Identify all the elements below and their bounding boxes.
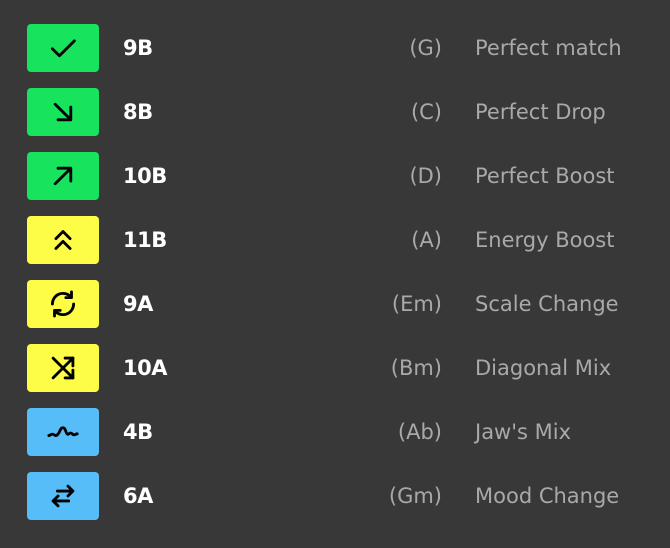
mix-note: (Ab) (397, 420, 442, 444)
mix-row-diagonal-mix[interactable]: 10A (Bm) Diagonal Mix (0, 344, 670, 408)
mix-row-mood-change[interactable]: 6A (Gm) Mood Change (0, 472, 670, 536)
mix-note: (D) (409, 164, 442, 188)
shuffle-icon (51, 356, 75, 380)
harmonic-mix-list: 9B (G) Perfect match 8B (C) Perfect Drop… (0, 24, 670, 536)
mix-key: 4B (123, 420, 153, 444)
mix-key: 11B (123, 228, 167, 252)
mix-note: (G) (409, 36, 442, 60)
mix-note: (Em) (391, 292, 442, 316)
mix-name: Diagonal Mix (475, 356, 612, 380)
mix-row-energy-boost[interactable]: 11B (A) Energy Boost (0, 216, 670, 280)
mix-name: Perfect Drop (475, 100, 606, 124)
shark-fin-icon (47, 426, 79, 437)
arrow-up-right-icon (53, 166, 73, 186)
mix-badge (27, 280, 99, 328)
mix-name: Scale Change (475, 292, 619, 316)
mix-key: 10B (123, 164, 167, 188)
mix-name: Perfect Boost (475, 164, 615, 188)
double-chevron-up-icon (54, 230, 72, 250)
mix-row-perfect-drop[interactable]: 8B (C) Perfect Drop (0, 88, 670, 152)
mix-key: 10A (123, 356, 167, 380)
mix-name: Perfect match (475, 36, 622, 60)
mix-badge (27, 24, 99, 72)
mix-badge (27, 216, 99, 264)
refresh-icon (50, 290, 76, 318)
mix-name: Mood Change (475, 484, 620, 508)
mix-name: Jaw's Mix (475, 420, 572, 444)
mix-badge (27, 152, 99, 200)
mix-key: 6A (123, 484, 153, 508)
mix-row-jaws-mix[interactable]: 4B (Ab) Jaw's Mix (0, 408, 670, 472)
checkmark-icon (50, 39, 76, 58)
swap-arrows-icon (51, 484, 75, 508)
mix-badge (27, 88, 99, 136)
mix-note: (A) (411, 228, 442, 252)
mix-name: Energy Boost (475, 228, 615, 252)
mix-row-perfect-boost[interactable]: 10B (D) Perfect Boost (0, 152, 670, 216)
arrow-down-right-icon (53, 102, 73, 122)
mix-row-perfect-match[interactable]: 9B (G) Perfect match (0, 24, 670, 88)
mix-row-scale-change[interactable]: 9A (Em) Scale Change (0, 280, 670, 344)
mix-badge (27, 344, 99, 392)
mix-note: (Bm) (390, 356, 442, 380)
mix-note: (C) (410, 100, 442, 124)
mix-note: (Gm) (388, 484, 442, 508)
mix-key: 8B (123, 100, 153, 124)
mix-key: 9A (123, 292, 153, 316)
mix-badge (27, 408, 99, 456)
mix-badge (27, 472, 99, 520)
mix-key: 9B (123, 36, 153, 60)
